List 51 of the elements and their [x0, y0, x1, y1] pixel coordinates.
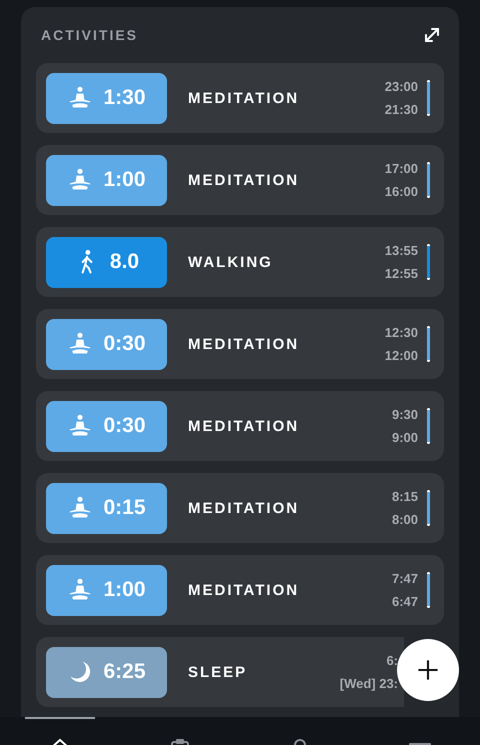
start-time: 6:47	[392, 594, 418, 609]
plus-icon	[416, 658, 440, 682]
activity-name: WALKING	[188, 254, 274, 270]
start-time: 12:55	[384, 266, 418, 281]
start-time: [Wed] 23:	[340, 676, 398, 691]
activity-row[interactable]: 1:30 MEDITATION 23:00 21:30	[36, 63, 444, 133]
activity-name: MEDITATION	[188, 336, 300, 352]
time-bar	[427, 80, 430, 116]
activity-row[interactable]: 0:30 MEDITATION 9:30 9:00	[36, 391, 444, 461]
duration-text: 6:25	[103, 660, 146, 684]
time-bar	[427, 408, 430, 444]
duration-text: 0:30	[103, 414, 146, 438]
activity-row[interactable]: 6:25 SLEEP 6: [Wed] 23:	[36, 637, 404, 707]
end-time: 17:00	[384, 161, 418, 176]
time-bar	[427, 244, 430, 280]
activity-name: MEDITATION	[188, 500, 300, 516]
duration-text: 0:30	[103, 332, 146, 356]
duration-text: 0:15	[103, 496, 146, 520]
activity-name: MEDITATION	[188, 172, 300, 188]
duration-text: 1:00	[103, 168, 146, 192]
start-time: 16:00	[384, 184, 418, 199]
duration-text: 1:30	[103, 86, 146, 110]
start-time: 21:30	[384, 102, 418, 117]
activity-name: MEDITATION	[188, 418, 300, 434]
end-time: 7:47	[392, 571, 418, 586]
activity-row[interactable]: 1:00 MEDITATION 7:47 6:47	[36, 555, 444, 625]
activity-row[interactable]: 1:00 MEDITATION 17:00 16:00	[36, 145, 444, 215]
duration-text: 8.0	[110, 250, 140, 274]
time-bar	[427, 326, 430, 362]
activity-name: MEDITATION	[188, 90, 300, 106]
activity-row[interactable]: 8.0 WALKING 13:55 12:55	[36, 227, 444, 297]
section-title: ACTIVITIES	[41, 27, 138, 43]
activity-name: SLEEP	[188, 664, 248, 680]
time-bar	[427, 490, 430, 526]
end-time: 23:00	[384, 79, 418, 94]
start-time: 9:00	[392, 430, 418, 445]
activity-row[interactable]: 0:15 MEDITATION 8:15 8:00	[36, 473, 444, 543]
end-time: 9:30	[392, 407, 418, 422]
end-time: 8:15	[392, 489, 418, 504]
activity-name: MEDITATION	[188, 582, 300, 598]
start-time: 8:00	[392, 512, 418, 527]
end-time: 12:30	[384, 325, 418, 340]
activity-row[interactable]: 0:30 MEDITATION 12:30 12:00	[36, 309, 444, 379]
duration-text: 1:00	[103, 578, 146, 602]
end-time: 6:	[386, 653, 398, 668]
time-bar	[427, 162, 430, 198]
start-time: 12:00	[384, 348, 418, 363]
expand-icon[interactable]	[422, 25, 442, 45]
end-time: 13:55	[384, 243, 418, 258]
tab-indicator	[25, 717, 95, 719]
time-bar	[427, 572, 430, 608]
